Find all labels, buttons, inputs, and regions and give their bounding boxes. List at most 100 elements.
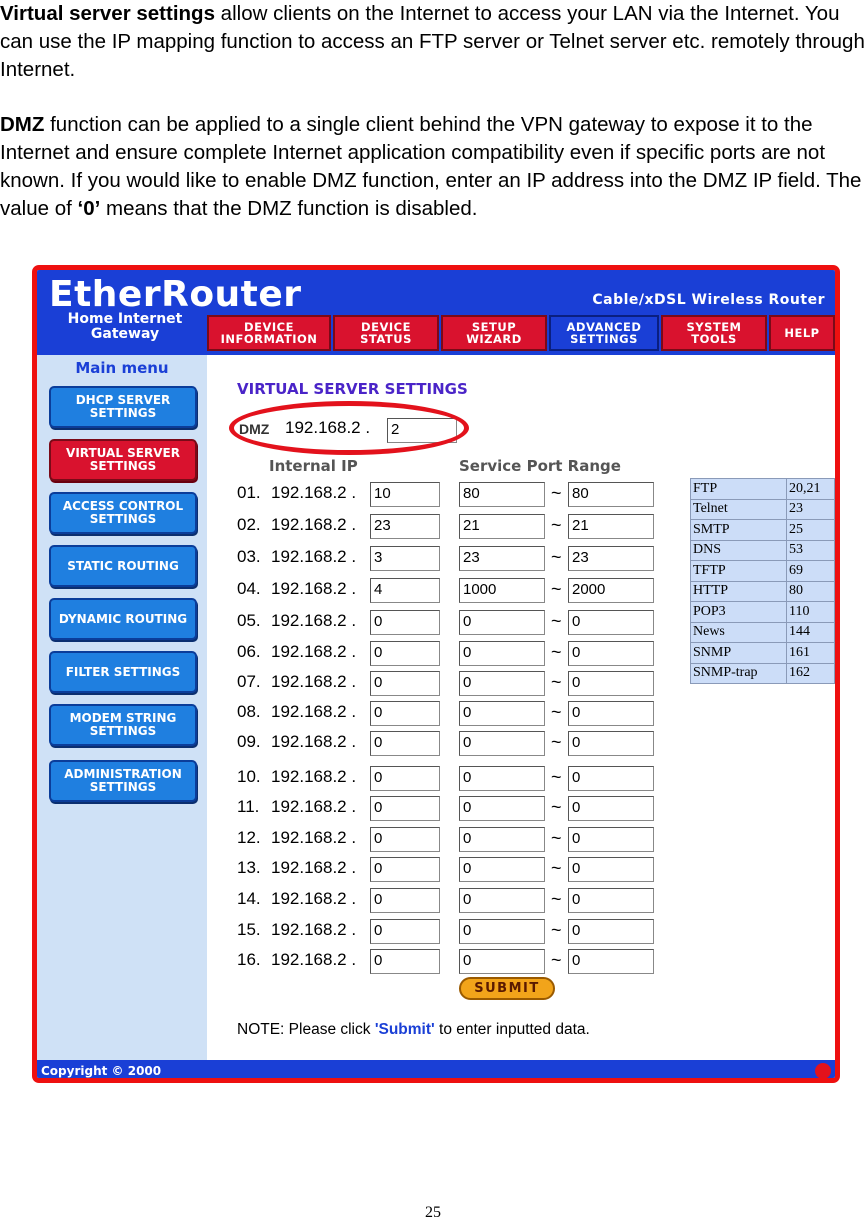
internal-ip-input[interactable]: 0: [370, 949, 440, 974]
nav-tab-system-tools[interactable]: SYSTEM TOOLS: [661, 315, 767, 351]
port-start-input[interactable]: 80: [459, 482, 545, 507]
row-number: 12.: [237, 828, 261, 847]
internal-ip-input[interactable]: 0: [370, 766, 440, 791]
row-ip-prefix: 192.168.2 .: [271, 858, 357, 877]
port-end-input[interactable]: 0: [568, 671, 654, 696]
service-port: 69: [786, 560, 835, 582]
internal-ip-input[interactable]: 0: [370, 731, 440, 756]
range-separator: ~: [551, 889, 562, 909]
internal-ip-input[interactable]: 0: [370, 796, 440, 821]
internal-ip-input[interactable]: 0: [370, 827, 440, 852]
port-start-input[interactable]: 21: [459, 514, 545, 539]
internal-ip-input[interactable]: 3: [370, 546, 440, 571]
submit-button[interactable]: SUBMIT: [459, 977, 555, 1000]
port-start-input[interactable]: 0: [459, 919, 545, 944]
service-port: 144: [786, 621, 835, 643]
row-ip-prefix: 192.168.2 .: [271, 579, 357, 598]
row-ip-prefix: 192.168.2 .: [271, 950, 357, 969]
port-start-input[interactable]: 0: [459, 671, 545, 696]
port-end-input[interactable]: 80: [568, 482, 654, 507]
port-end-input[interactable]: 0: [568, 731, 654, 756]
menu-static-routing-button[interactable]: STATIC ROUTING: [49, 545, 197, 587]
range-separator: ~: [551, 547, 562, 567]
service-port: 161: [786, 642, 835, 664]
port-end-input[interactable]: 0: [568, 641, 654, 666]
port-end-input[interactable]: 0: [568, 888, 654, 913]
internal-ip-input[interactable]: 0: [370, 641, 440, 666]
row-ip-prefix: 192.168.2 .: [271, 828, 357, 847]
port-row: Telnet 23: [690, 498, 835, 520]
row-ip-prefix: 192.168.2 .: [271, 547, 357, 566]
row-number: 01.: [237, 483, 261, 502]
row-number: 09.: [237, 732, 261, 751]
port-end-input[interactable]: 0: [568, 796, 654, 821]
row-ip-prefix: 192.168.2 .: [271, 702, 357, 721]
port-start-input[interactable]: 0: [459, 888, 545, 913]
range-separator: ~: [551, 483, 562, 503]
port-start-input[interactable]: 0: [459, 949, 545, 974]
service-port-range-header: Service Port Range: [459, 457, 621, 475]
port-start-input[interactable]: 0: [459, 796, 545, 821]
internal-ip-input[interactable]: 4: [370, 578, 440, 603]
service-name: FTP: [690, 478, 787, 500]
port-start-input[interactable]: 0: [459, 857, 545, 882]
port-start-input[interactable]: 0: [459, 641, 545, 666]
port-end-input[interactable]: 0: [568, 827, 654, 852]
menu-administration-settings-button[interactable]: ADMINISTRATION SETTINGS: [49, 760, 197, 802]
dmz-highlight-circle: [229, 401, 469, 455]
row-number: 02.: [237, 515, 261, 534]
note-text: NOTE: Please click: [237, 1021, 375, 1038]
menu-virtual-server-settings-button[interactable]: VIRTUAL SERVER SETTINGS: [49, 439, 197, 481]
port-end-input[interactable]: 0: [568, 701, 654, 726]
internal-ip-input[interactable]: 10: [370, 482, 440, 507]
port-end-input[interactable]: 23: [568, 546, 654, 571]
menu-dhcp-server-settings-button[interactable]: DHCP SERVER SETTINGS: [49, 386, 197, 428]
port-end-input[interactable]: 21: [568, 514, 654, 539]
row-ip-prefix: 192.168.2 .: [271, 889, 357, 908]
nav-tab-setup-wizard[interactable]: SETUP WIZARD: [441, 315, 547, 351]
page-title: VIRTUAL SERVER SETTINGS: [237, 380, 468, 398]
port-end-input[interactable]: 0: [568, 919, 654, 944]
port-start-input[interactable]: 0: [459, 701, 545, 726]
dmz-heading: DMZ: [0, 113, 45, 136]
port-end-input[interactable]: 0: [568, 766, 654, 791]
port-start-input[interactable]: 0: [459, 766, 545, 791]
note-suffix: to enter inputted data.: [434, 1021, 590, 1038]
nav-tab-device-information[interactable]: DEVICE INFORMATION: [207, 315, 331, 351]
range-separator: ~: [551, 515, 562, 535]
port-end-input[interactable]: 0: [568, 857, 654, 882]
port-start-input[interactable]: 0: [459, 731, 545, 756]
top-navigation: DEVICE INFORMATION DEVICE STATUS SETUP WIZ…: [207, 315, 835, 351]
dmz-tail-text: means that the DMZ function is disabled.: [100, 197, 478, 220]
row-number: 03.: [237, 547, 261, 566]
main-menu-sidebar: Main menu DHCP SERVER SETTINGS VIRTUAL SE…: [37, 355, 207, 1060]
port-row: News 144: [690, 621, 835, 643]
internal-ip-input[interactable]: 0: [370, 857, 440, 882]
nav-tab-help[interactable]: HELP: [769, 315, 835, 351]
port-end-input[interactable]: 2000: [568, 578, 654, 603]
internal-ip-input[interactable]: 0: [370, 888, 440, 913]
internal-ip-input[interactable]: 0: [370, 671, 440, 696]
port-end-input[interactable]: 0: [568, 610, 654, 635]
menu-access-control-settings-button[interactable]: ACCESS CONTROL SETTINGS: [49, 492, 197, 534]
internal-ip-input[interactable]: 0: [370, 701, 440, 726]
port-end-input[interactable]: 0: [568, 949, 654, 974]
port-start-input[interactable]: 1000: [459, 578, 545, 603]
port-start-input[interactable]: 0: [459, 827, 545, 852]
port-start-input[interactable]: 23: [459, 546, 545, 571]
port-row: DNS 53: [690, 539, 835, 561]
port-start-input[interactable]: 0: [459, 610, 545, 635]
internal-ip-input[interactable]: 0: [370, 919, 440, 944]
port-row: POP3 110: [690, 601, 835, 623]
nav-tab-device-status[interactable]: DEVICE STATUS: [333, 315, 439, 351]
row-ip-prefix: 192.168.2 .: [271, 483, 357, 502]
nav-tab-advanced-settings[interactable]: ADVANCED SETTINGS: [549, 315, 659, 351]
internal-ip-input[interactable]: 23: [370, 514, 440, 539]
menu-modem-string-settings-button[interactable]: MODEM STRING SETTINGS: [49, 704, 197, 746]
menu-filter-settings-button[interactable]: FILTER SETTINGS: [49, 651, 197, 693]
range-separator: ~: [551, 767, 562, 787]
port-row: SMTP 25: [690, 519, 835, 541]
menu-dynamic-routing-button[interactable]: DYNAMIC ROUTING: [49, 598, 197, 640]
internal-ip-input[interactable]: 0: [370, 610, 440, 635]
service-port: 53: [786, 539, 835, 561]
